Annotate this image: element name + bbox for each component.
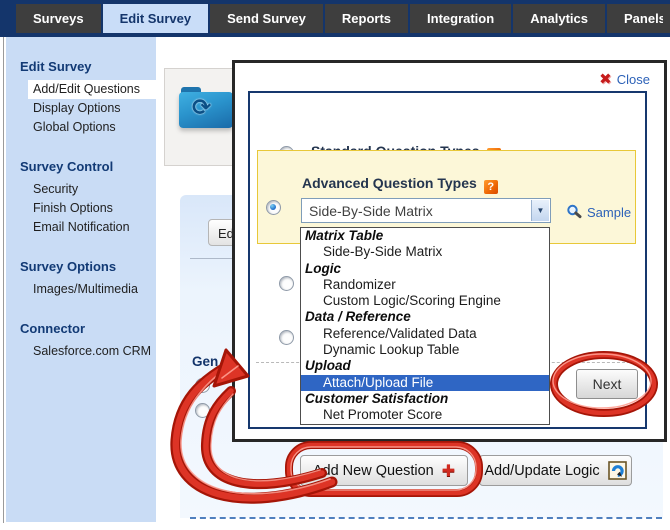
close-button[interactable]: ✖ Close [599,70,650,88]
dropdown-group-data-reference: Data / Reference [301,309,549,325]
next-button[interactable]: Next [576,369,638,399]
nav-tabs: SurveysEdit SurveySend SurveyReportsInte… [16,4,670,33]
tab-partial[interactable] [663,4,670,33]
sidebar-section-connector: Connector Salesforce.com CRM [6,321,156,361]
sidebar-item-salesforce-com-crm[interactable]: Salesforce.com CRM [6,342,156,361]
sample-link[interactable]: Sample [566,204,631,220]
tab-analytics[interactable]: Analytics [513,4,605,33]
sidebar-section-title: Connector [6,321,156,336]
dropdown-group-customer-satisfaction: Customer Satisfaction [301,391,549,407]
add-new-question-label: Add New Question [313,463,434,479]
select-dropdown-arrow-icon[interactable] [531,200,549,221]
sidebar-item-global-options[interactable]: Global Options [6,118,156,137]
logic-book-icon [608,461,627,480]
sidebar-item-finish-options[interactable]: Finish Options [6,199,156,218]
sidebar-section-survey-options: Survey Options Images/Multimedia [6,259,156,299]
dropdown-item-dynamic-lookup-table[interactable]: Dynamic Lookup Table [301,342,549,358]
sidebar-item-images-multimedia[interactable]: Images/Multimedia [6,280,156,299]
sidebar-section-title: Survey Control [6,159,156,174]
advanced-types-text: Advanced Question Types [302,175,477,191]
sidebar-section-survey-control: Survey Control SecurityFinish OptionsEmai… [6,159,156,237]
close-label: Close [617,72,650,87]
advanced-types-radio[interactable] [266,200,281,215]
sidebar-section-title: Edit Survey [6,59,156,74]
dropdown-item-net-promoter-score[interactable]: Net Promoter Score [301,407,549,423]
sidebar-sections: Edit Survey Add/Edit QuestionsDisplay Opt… [6,59,156,361]
tab-send-survey[interactable]: Send Survey [210,4,323,33]
magnifier-icon [566,204,582,220]
dropdown-list: Matrix TableSide-By-Side MatrixLogicRand… [300,227,550,425]
help-icon[interactable] [484,180,498,194]
sidebar-item-email-notification[interactable]: Email Notification [6,218,156,237]
dropdown-group-matrix-table: Matrix Table [301,228,549,244]
sidebar-item-add-edit-questions[interactable]: Add/Edit Questions [28,80,156,99]
tab-integration[interactable]: Integration [410,4,511,33]
tab-panels[interactable]: Panels [607,4,670,33]
advanced-types-label: Advanced Question Types [302,175,498,194]
dropdown-item-reference-validated-data[interactable]: Reference/Validated Data [301,326,549,342]
add-new-question-button[interactable]: Add New Question ✚ [300,455,468,486]
folder-refresh-icon[interactable]: ⟳ [179,87,233,129]
dropdown-group-upload: Upload [301,358,549,374]
dropdown-item-custom-logic-scoring-engine[interactable]: Custom Logic/Scoring Engine [301,293,549,309]
refresh-glyph: ⟳ [192,94,211,121]
dropdown-item-side-by-side-matrix[interactable]: Side-By-Side Matrix [301,244,549,260]
question-type-select[interactable]: Side-By-Side Matrix [301,198,551,223]
close-icon: ✖ [599,70,612,88]
sidebar: Edit Survey Add/Edit QuestionsDisplay Opt… [6,37,156,522]
select-value: Side-By-Side Matrix [309,203,433,219]
dropdown-item-randomizer[interactable]: Randomizer [301,277,549,293]
general-radio-unselected[interactable] [195,403,210,418]
plus-icon: ✚ [442,461,455,481]
add-update-logic-button[interactable]: Add/Update Logic [479,455,632,486]
third-option-radio[interactable] [279,276,294,291]
sidebar-section-edit-survey: Edit Survey Add/Edit QuestionsDisplay Opt… [6,59,156,137]
dropdown-item-attach-upload-file[interactable]: Attach/Upload File [301,375,549,391]
tab-reports[interactable]: Reports [325,4,408,33]
sample-label: Sample [587,205,631,220]
library-option-radio[interactable] [279,330,294,345]
section-dashed-divider [190,517,662,519]
tab-surveys[interactable]: Surveys [16,4,101,33]
top-navigation: SurveysEdit SurveySend SurveyReportsInte… [0,0,670,37]
sidebar-item-display-options[interactable]: Display Options [6,99,156,118]
sidebar-section-title: Survey Options [6,259,156,274]
general-section-heading: Gen [192,354,218,369]
dropdown-group-logic: Logic [301,261,549,277]
sidebar-item-security[interactable]: Security [6,180,156,199]
window-left-edge [3,37,4,523]
tab-edit-survey[interactable]: Edit Survey [103,4,209,33]
add-update-logic-label: Add/Update Logic [484,463,599,479]
general-radio-selected[interactable] [195,378,210,393]
